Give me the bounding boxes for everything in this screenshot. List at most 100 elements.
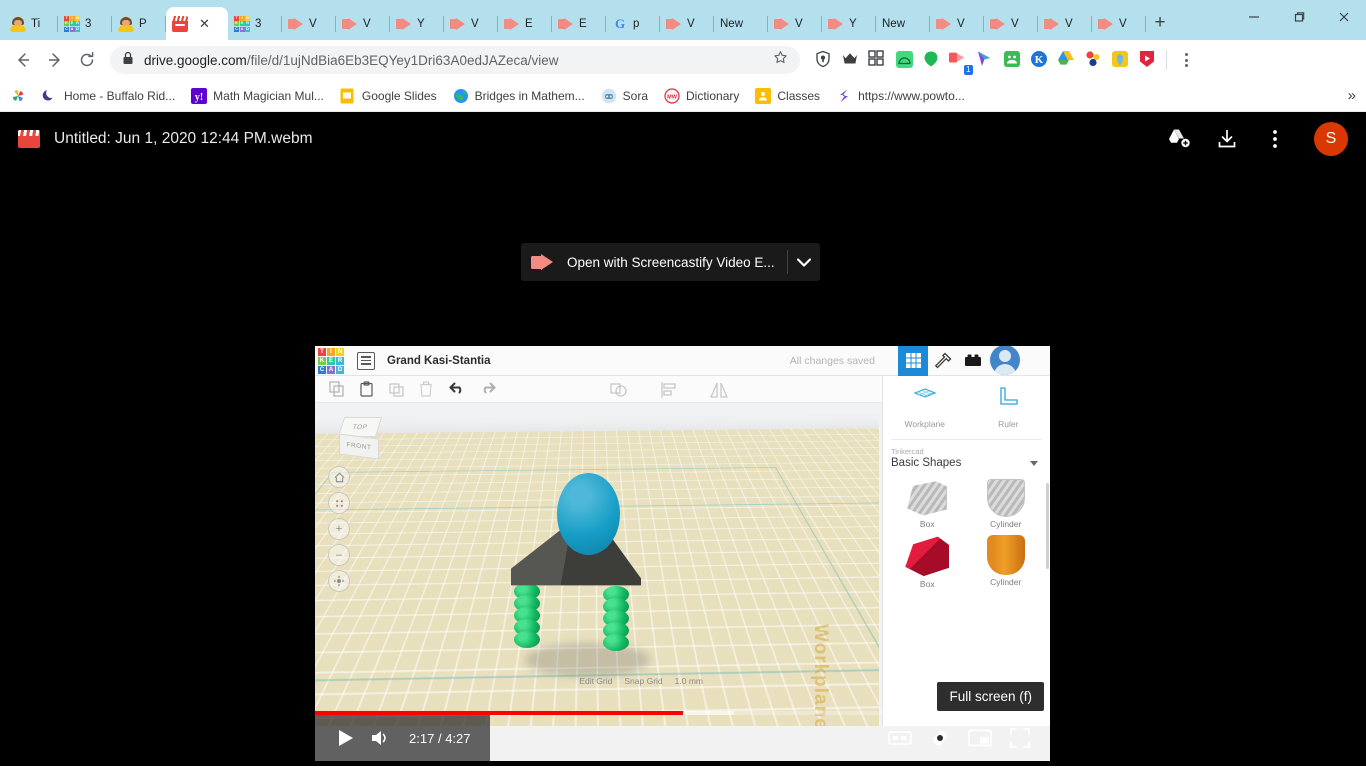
map-pin-icon[interactable] [1111, 50, 1131, 70]
bookmark-item[interactable]: https://www.powto... [836, 88, 965, 104]
bookmarks-overflow-button[interactable]: » [1348, 87, 1356, 104]
shape-item[interactable]: Cylinder [968, 479, 1045, 533]
edit-grid-button[interactable]: Edit Grid [579, 676, 612, 686]
paste-icon[interactable] [359, 381, 375, 397]
view-cube-front-face[interactable]: FRONT [339, 433, 379, 460]
download-icon[interactable] [1214, 126, 1240, 152]
video-record-icon[interactable] [1138, 50, 1158, 70]
group-icon[interactable] [609, 381, 627, 397]
browser-tab[interactable]: TINKERCAD 3 [58, 7, 112, 40]
bookmark-item[interactable]: MW Dictionary [664, 87, 739, 104]
classroom-icon[interactable] [1003, 50, 1023, 70]
browser-tab[interactable]: Gp [606, 7, 660, 40]
fullscreen-icon[interactable] [1002, 720, 1038, 756]
video-player[interactable]: TINKERCAD Grand Kasi-Stantia All changes… [315, 346, 1050, 761]
star-icon[interactable] [773, 50, 788, 70]
grid-workplane-icon[interactable] [898, 346, 928, 376]
bookmark-item[interactable]: Google Slides [340, 88, 437, 104]
shape-panel-scrollbar[interactable] [1046, 483, 1049, 569]
molecule-icon[interactable] [1084, 50, 1104, 70]
browser-tab[interactable]: New T [714, 7, 768, 40]
undo-icon[interactable] [449, 381, 465, 397]
browser-tab[interactable]: V [660, 7, 714, 40]
shape-item[interactable]: Box [889, 479, 966, 533]
green-balloon-icon[interactable] [922, 50, 942, 70]
browser-tab[interactable]: V [336, 7, 390, 40]
zoom-in-icon[interactable]: + [328, 518, 350, 540]
brick-icon[interactable] [958, 346, 988, 376]
browser-tab[interactable]: ✕ [166, 7, 228, 40]
browser-tab[interactable]: V [930, 7, 984, 40]
browser-tab[interactable]: P [112, 7, 166, 40]
browser-tab[interactable]: Y [390, 7, 444, 40]
play-button[interactable] [327, 720, 363, 756]
browser-tab[interactable]: Y [822, 7, 876, 40]
reload-button[interactable] [72, 45, 102, 75]
hammer-icon[interactable] [928, 346, 958, 376]
align-icon[interactable] [660, 381, 676, 398]
settings-gear-icon[interactable] [922, 720, 958, 756]
view-cube[interactable]: TOP FRONT [337, 417, 383, 463]
miniplayer-icon[interactable] [962, 720, 998, 756]
bookmark-item[interactable]: Home - Buffalo Rid... [42, 88, 175, 104]
copy-icon[interactable] [329, 381, 345, 397]
browser-tab[interactable]: E [498, 7, 552, 40]
three-dot-menu-icon[interactable] [1175, 53, 1197, 67]
delete-icon[interactable] [419, 381, 435, 397]
shape-item[interactable]: Box [889, 535, 966, 593]
browser-tab[interactable]: V [282, 7, 336, 40]
open-with-main[interactable]: Open with Screencastify Video E... [521, 243, 787, 281]
close-tab-icon[interactable]: ✕ [199, 17, 210, 30]
green-arch-icon[interactable] [895, 50, 915, 70]
redo-icon[interactable] [479, 381, 496, 397]
browser-tab[interactable]: Ti [4, 7, 58, 40]
chevron-down-icon[interactable] [788, 243, 820, 281]
fit-view-icon[interactable] [328, 492, 350, 514]
avatar[interactable]: S [1314, 122, 1348, 156]
closed-captions-icon[interactable] [882, 720, 918, 756]
orbit-icon[interactable] [328, 570, 350, 592]
model-leg-right[interactable] [603, 586, 629, 651]
mirror-icon[interactable] [709, 381, 728, 398]
design-list-icon[interactable] [357, 351, 375, 370]
workplane-tool[interactable]: Workplane [883, 386, 967, 429]
bookmark-item[interactable]: Sora [601, 88, 648, 104]
add-to-drive-icon[interactable] [1166, 126, 1192, 152]
model-leg-left[interactable] [514, 583, 540, 648]
apps-grid-icon[interactable] [868, 50, 888, 70]
browser-tab[interactable]: V [1038, 7, 1092, 40]
chevron-down-icon[interactable] [1030, 461, 1038, 466]
shield-privacy-icon[interactable] [814, 50, 834, 70]
crown-icon[interactable] [841, 50, 861, 70]
browser-tab[interactable]: New T [876, 7, 930, 40]
address-bar[interactable]: drive.google.com/file/d/1ujNdBia6Eb3EQYe… [110, 46, 800, 74]
screencastify-icon[interactable]: 1 [949, 50, 973, 75]
bookmark-item[interactable]: Classes [755, 87, 820, 104]
browser-tab[interactable]: TINKERCAD 3 [228, 7, 282, 40]
maximize-button[interactable] [1276, 0, 1321, 34]
browser-tab[interactable]: V [984, 7, 1038, 40]
ruler-tool[interactable]: Ruler [967, 386, 1051, 429]
shape-item[interactable]: Cylinder [968, 535, 1045, 593]
bookmark-item[interactable] [10, 88, 26, 104]
browser-tab[interactable]: V [768, 7, 822, 40]
forward-button[interactable] [40, 45, 70, 75]
tinkercad-avatar[interactable] [990, 346, 1020, 375]
tinkercad-3d-canvas[interactable]: Workplane TOP FRONT + – Edit Grid Snap G… [315, 403, 879, 726]
more-options-icon[interactable] [1262, 126, 1288, 152]
bookmark-item[interactable]: y! Math Magician Mul... [191, 87, 324, 104]
browser-tab[interactable]: V [444, 7, 498, 40]
shape-library-select[interactable]: Tinkercad Basic Shapes [891, 439, 1042, 469]
bookmark-item[interactable]: Bridges in Mathem... [453, 88, 585, 104]
cursor-arrow-icon[interactable] [976, 50, 996, 70]
browser-tab[interactable]: V [1092, 7, 1146, 40]
google-drive-icon[interactable] [1057, 50, 1077, 70]
back-button[interactable] [8, 45, 38, 75]
kami-icon[interactable]: K [1030, 50, 1050, 70]
zoom-out-icon[interactable]: – [328, 544, 350, 566]
minimize-button[interactable] [1231, 0, 1276, 34]
close-window-button[interactable] [1321, 0, 1366, 34]
home-view-icon[interactable] [328, 466, 350, 488]
snap-grid-value[interactable]: 1.0 mm [675, 676, 703, 686]
browser-tab[interactable]: E [552, 7, 606, 40]
